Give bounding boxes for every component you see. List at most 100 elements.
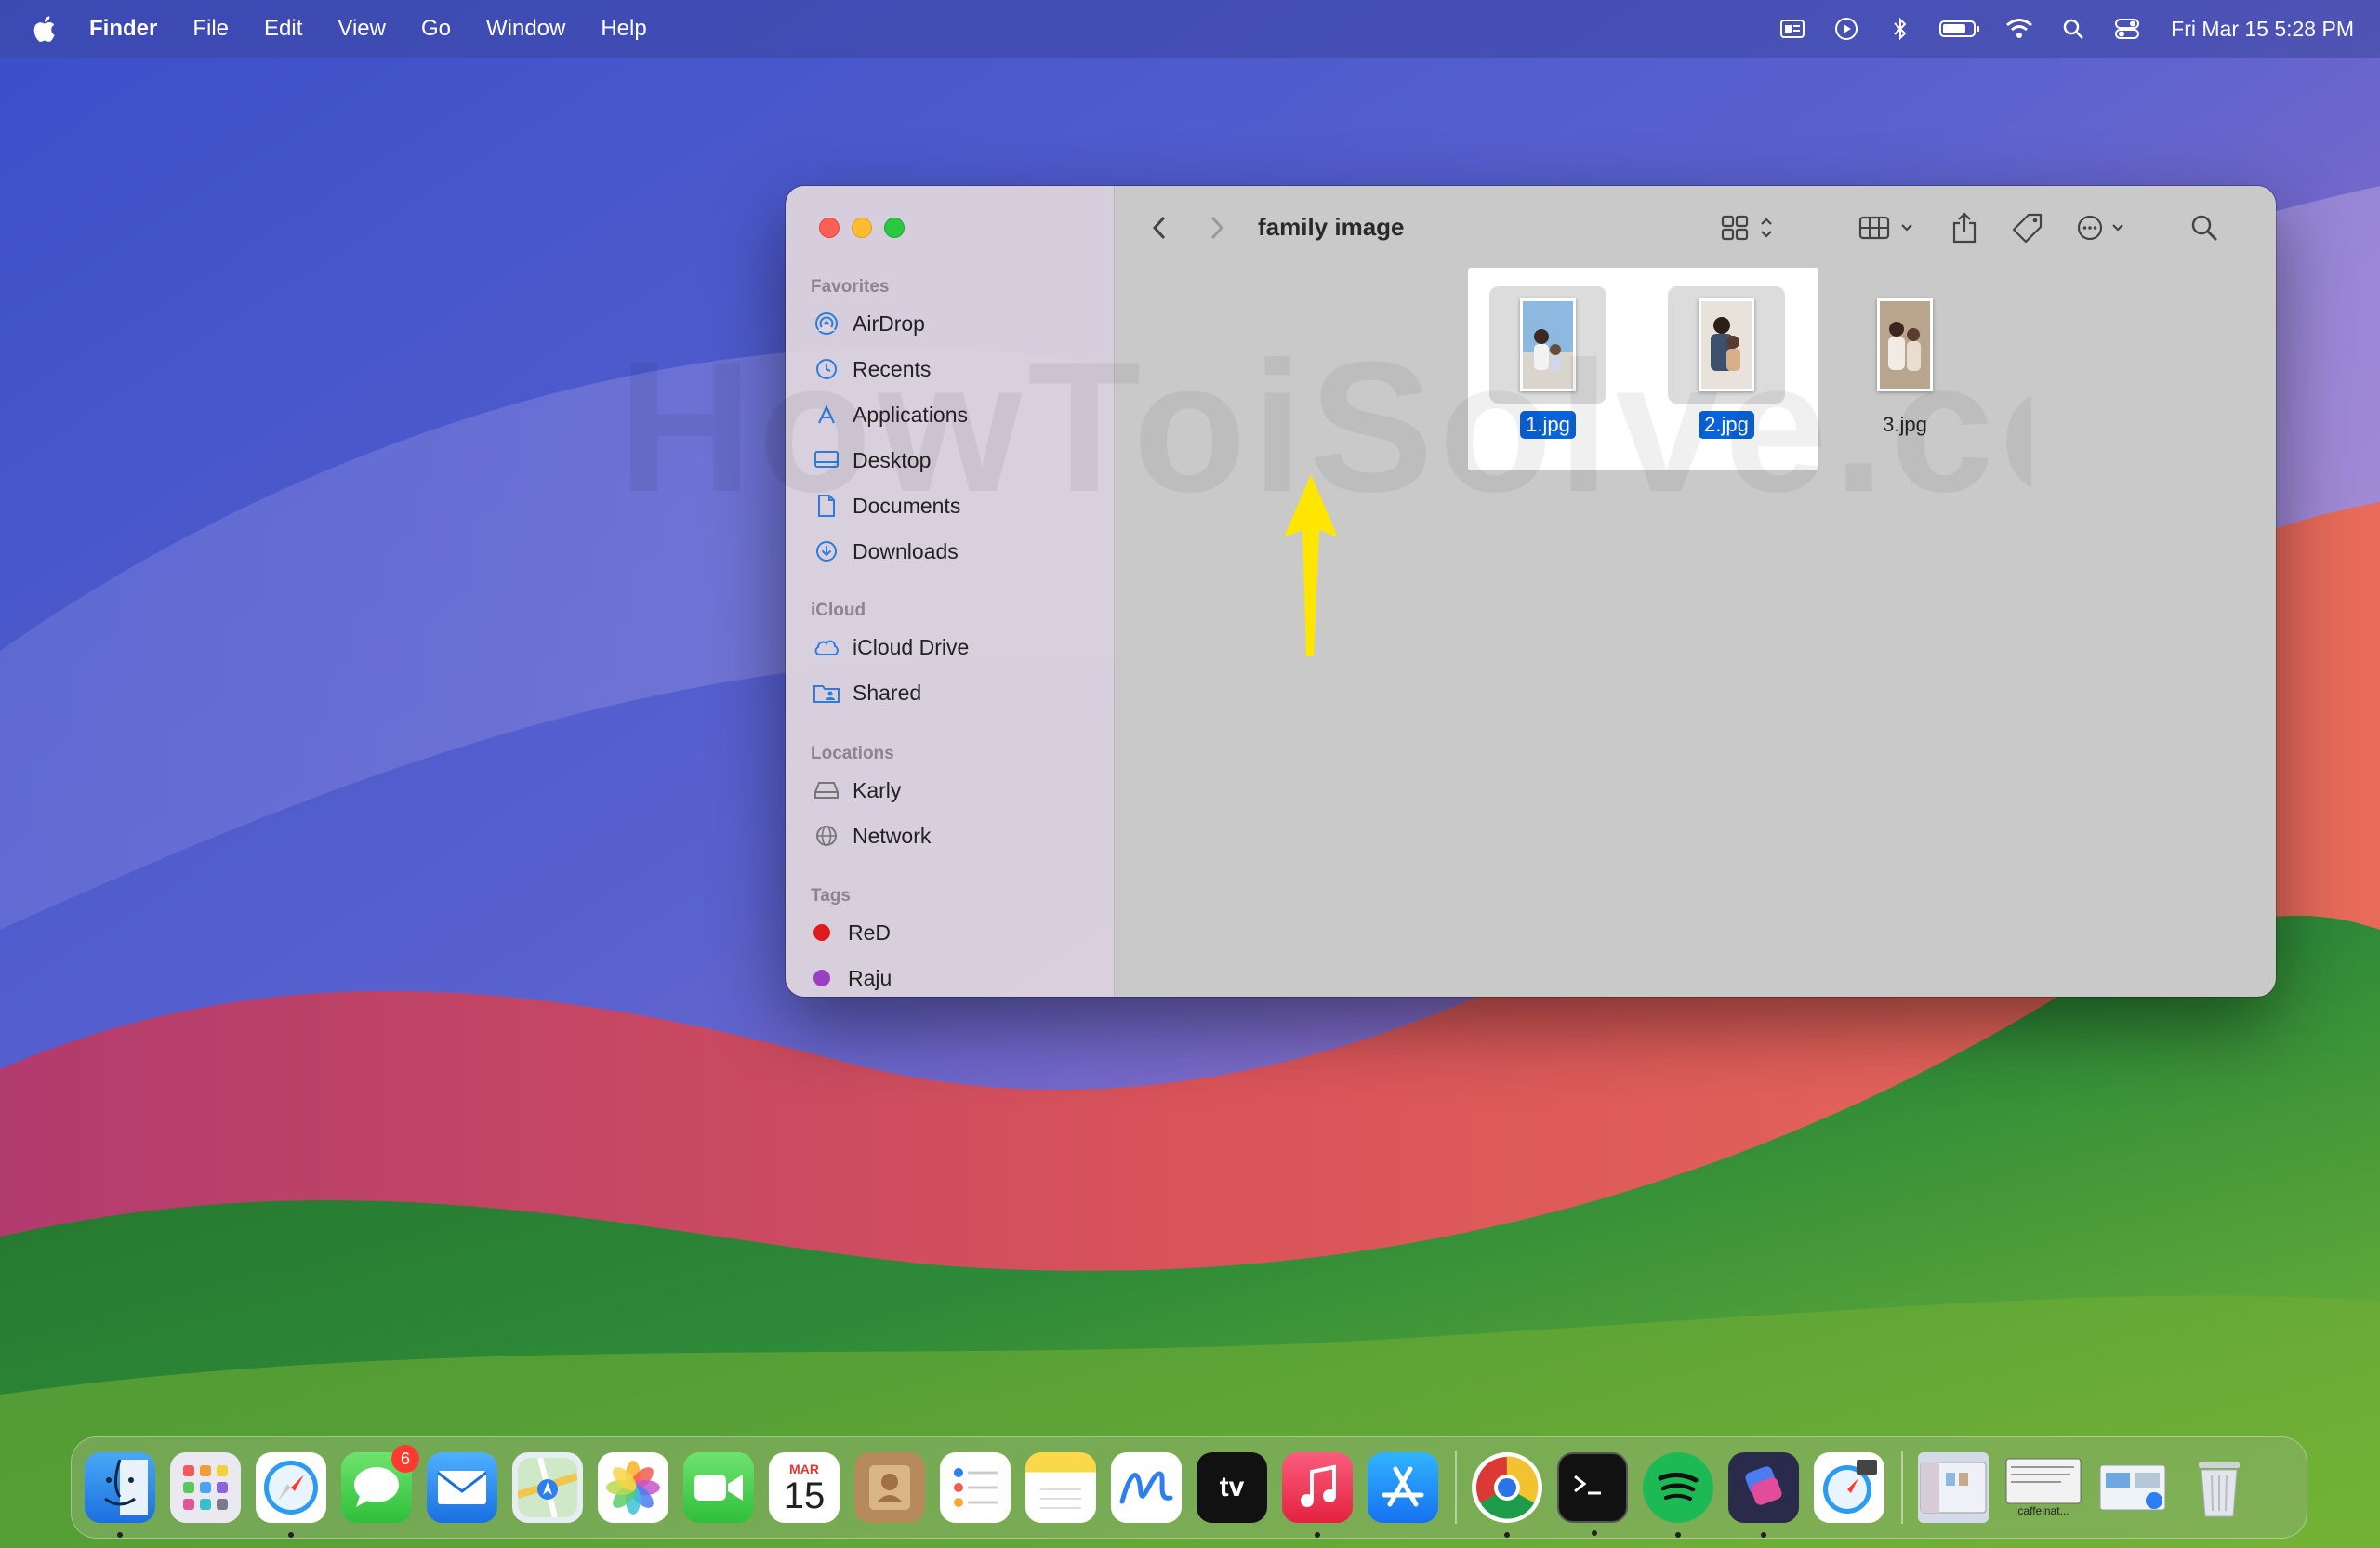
menu-bar: Finder File Edit View Go Window Help Fri… bbox=[0, 0, 2380, 58]
download-icon bbox=[813, 538, 840, 564]
sidebar-item-label: AirDrop bbox=[853, 311, 925, 336]
app-store-dock-icon[interactable] bbox=[1368, 1452, 1438, 1523]
sidebar-item-airdrop[interactable]: AirDrop bbox=[813, 305, 925, 342]
sidebar-item-karly[interactable]: Karly bbox=[813, 772, 901, 809]
more-actions-button[interactable] bbox=[2076, 208, 2135, 247]
globe-icon bbox=[813, 823, 840, 849]
launchpad-dock-icon[interactable] bbox=[170, 1452, 241, 1523]
shared-folder-icon bbox=[813, 680, 840, 706]
apple-menu-icon[interactable] bbox=[30, 13, 61, 45]
finder-window: Favorites AirDrop Recents Applications D… bbox=[786, 186, 2276, 997]
running-indicator bbox=[1592, 1530, 1597, 1536]
terminal-dock-icon[interactable] bbox=[1557, 1452, 1628, 1536]
file-item-1-jpg[interactable]: 1.jpg bbox=[1488, 286, 1608, 439]
maps-dock-icon[interactable] bbox=[512, 1452, 583, 1523]
share-icon[interactable] bbox=[1946, 208, 1983, 247]
calendar-dock-icon[interactable]: MAR 15 bbox=[769, 1452, 840, 1523]
sidebar-item-shared[interactable]: Shared bbox=[813, 674, 921, 711]
cloud-icon bbox=[813, 634, 840, 660]
messages-dock-icon[interactable]: 6 bbox=[341, 1445, 419, 1523]
sidebar-item-label: Downloads bbox=[853, 538, 959, 563]
finder-window-preview[interactable] bbox=[1918, 1452, 1989, 1523]
notes-dock-icon[interactable] bbox=[1025, 1452, 1096, 1523]
photo-thumbnail bbox=[1699, 298, 1754, 391]
file-thumbnail-frame bbox=[1846, 286, 1964, 404]
finder-sidebar: Favorites AirDrop Recents Applications D… bbox=[786, 186, 1115, 997]
document-icon bbox=[813, 493, 840, 519]
notification-badge: 6 bbox=[391, 1445, 419, 1473]
calendar-day-label: 15 bbox=[783, 1475, 826, 1516]
finder-dock-icon[interactable] bbox=[85, 1452, 155, 1538]
group-by-button[interactable] bbox=[1858, 208, 1922, 247]
menu-go[interactable]: Go bbox=[421, 16, 451, 42]
trash-dock-icon[interactable] bbox=[2184, 1452, 2254, 1523]
caffeinate-window-preview[interactable]: caffeinat... bbox=[2003, 1452, 2083, 1523]
mail-dock-icon[interactable] bbox=[427, 1452, 497, 1523]
apple-tv-dock-icon[interactable]: tv bbox=[1197, 1452, 1267, 1523]
facetime-dock-icon[interactable] bbox=[683, 1452, 754, 1523]
spotify-dock-icon[interactable] bbox=[1643, 1452, 1713, 1538]
caffeinate-preview-label: caffeinat... bbox=[2017, 1504, 2069, 1517]
sidebar-tag-raju[interactable]: Raju bbox=[808, 959, 892, 997]
wifi-icon[interactable] bbox=[2003, 15, 2035, 43]
menu-help[interactable]: Help bbox=[601, 16, 646, 42]
sidebar-item-label: Documents bbox=[853, 493, 961, 518]
sidebar-item-recents[interactable]: Recents bbox=[813, 351, 931, 388]
sidebar-item-label: Network bbox=[853, 823, 932, 848]
sidebar-item-downloads[interactable]: Downloads bbox=[813, 533, 959, 570]
sidebar-item-label: Karly bbox=[853, 777, 902, 802]
downloads-stack[interactable] bbox=[2098, 1452, 2169, 1523]
freeform-dock-icon[interactable] bbox=[1111, 1452, 1182, 1523]
file-thumbnail-frame bbox=[1668, 286, 1785, 404]
reminders-dock-icon[interactable] bbox=[940, 1452, 1011, 1523]
back-button[interactable] bbox=[1143, 208, 1176, 247]
file-item-3-jpg[interactable]: 3.jpg bbox=[1844, 286, 1965, 439]
finder-toolbar: family image bbox=[1115, 186, 2276, 270]
music-dock-icon[interactable] bbox=[1282, 1452, 1353, 1538]
safari-dock-icon[interactable] bbox=[256, 1452, 326, 1538]
close-window-button[interactable] bbox=[819, 218, 840, 238]
bluetooth-icon[interactable] bbox=[1884, 15, 1916, 43]
running-indicator bbox=[1504, 1532, 1510, 1538]
display-menu-icon[interactable] bbox=[1777, 15, 1808, 43]
airdrop-icon bbox=[813, 311, 840, 337]
sidebar-item-label: Recents bbox=[853, 356, 932, 381]
running-indicator bbox=[1315, 1532, 1320, 1538]
tag-icon[interactable] bbox=[2009, 208, 2046, 247]
now-playing-icon[interactable] bbox=[1831, 15, 1862, 43]
dock-separator bbox=[1901, 1451, 1903, 1524]
minimize-window-button[interactable] bbox=[852, 218, 872, 238]
sidebar-item-documents[interactable]: Documents bbox=[813, 487, 960, 524]
sidebar-item-icloud-drive[interactable]: iCloud Drive bbox=[813, 628, 969, 666]
safari-network-dock-icon[interactable] bbox=[1814, 1452, 1884, 1523]
menu-view[interactable]: View bbox=[337, 16, 386, 42]
sidebar-item-label: Applications bbox=[853, 402, 969, 427]
sidebar-tag-red[interactable]: ReD bbox=[808, 914, 891, 951]
zoom-window-button[interactable] bbox=[884, 218, 905, 238]
battery-icon[interactable] bbox=[1938, 15, 1981, 43]
photos-dock-icon[interactable] bbox=[598, 1452, 668, 1523]
drive-icon bbox=[813, 777, 840, 803]
running-indicator bbox=[1675, 1532, 1681, 1538]
spotlight-search-icon[interactable] bbox=[2057, 15, 2089, 43]
tag-color-dot bbox=[813, 924, 830, 941]
menu-app-finder[interactable]: Finder bbox=[89, 16, 157, 42]
chrome-dock-icon[interactable] bbox=[1472, 1452, 1542, 1538]
file-thumbnail-frame bbox=[1489, 286, 1606, 404]
menu-window[interactable]: Window bbox=[486, 16, 565, 42]
forward-button[interactable] bbox=[1200, 208, 1234, 247]
menu-bar-clock[interactable]: Fri Mar 15 5:28 PM bbox=[2171, 17, 2354, 42]
view-mode-icon-button[interactable] bbox=[1721, 208, 1780, 247]
sidebar-item-desktop[interactable]: Desktop bbox=[813, 442, 931, 479]
file-item-2-jpg[interactable]: 2.jpg bbox=[1666, 286, 1787, 439]
control-center-icon[interactable] bbox=[2111, 15, 2143, 43]
shortcuts-dock-icon[interactable] bbox=[1728, 1452, 1799, 1538]
menu-edit[interactable]: Edit bbox=[264, 16, 302, 42]
contacts-dock-icon[interactable] bbox=[854, 1452, 925, 1523]
running-indicator bbox=[1761, 1532, 1766, 1538]
sidebar-item-applications[interactable]: Applications bbox=[813, 396, 968, 433]
search-icon[interactable] bbox=[2186, 208, 2223, 247]
sidebar-item-network[interactable]: Network bbox=[813, 817, 931, 854]
menu-file[interactable]: File bbox=[192, 16, 229, 42]
calendar-month-label: MAR bbox=[789, 1462, 819, 1476]
